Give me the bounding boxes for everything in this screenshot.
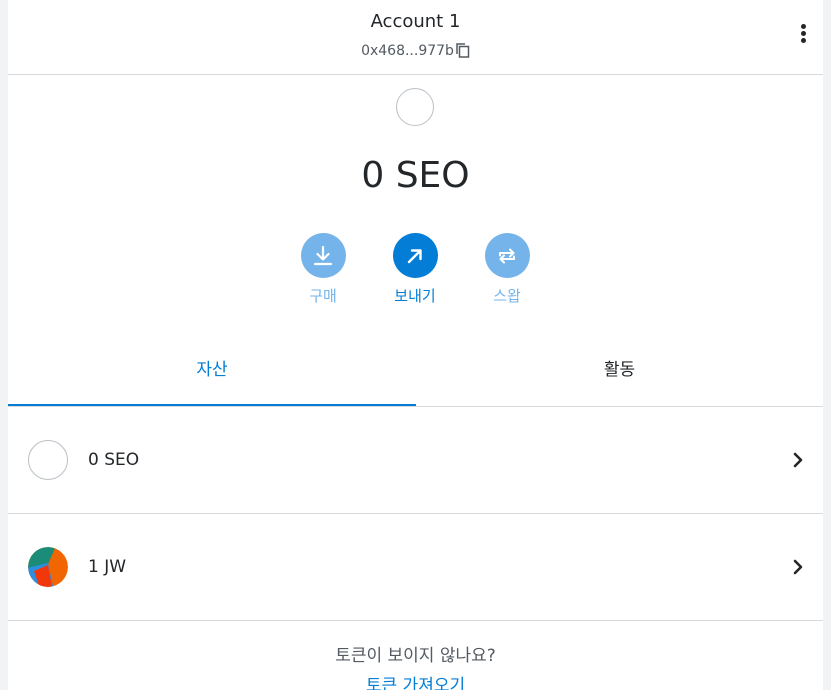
asset-label: 0 SEO [88,450,140,470]
asset-row-jw[interactable]: 1 JW [8,514,823,621]
send-label: 보내기 [394,287,436,305]
tab-assets[interactable]: 자산 [8,345,416,406]
native-token-avatar [396,88,434,126]
swap-label: 스왑 [493,287,521,305]
chevron-right-icon [793,452,803,468]
arrow-up-right-icon [392,233,438,278]
account-options-menu-icon[interactable] [797,24,809,46]
account-address-row[interactable]: 0x468...977b [8,42,823,63]
account-address: 0x468...977b [361,43,454,59]
send-button[interactable]: 보내기 [380,233,450,305]
jazzicon [28,547,68,587]
chevron-right-icon [793,559,803,575]
import-tokens-link[interactable]: 토큰 가져오기 [8,675,823,690]
wallet-actions: 구매 보내기 스왑 [8,233,823,313]
swap-button[interactable]: 스왑 [472,233,542,305]
wallet-panel: Account 1 0x468...977b 0 SEO 구매 보내기 스왑 자… [8,0,823,690]
native-balance: 0 SEO [361,155,470,196]
buy-button[interactable]: 구매 [288,233,358,305]
asset-label: 1 JW [88,557,127,577]
asset-row-seo[interactable]: 0 SEO [8,407,823,514]
copy-icon[interactable] [456,43,470,63]
account-header: Account 1 0x468...977b [8,0,823,75]
tab-activity[interactable]: 활동 [416,345,823,406]
missing-tokens-prompt: 토큰이 보이지 않나요? [335,646,496,666]
asset-activity-tabs: 자산 활동 [8,345,823,407]
download-icon [300,233,346,278]
buy-label: 구매 [309,287,337,305]
account-name[interactable]: Account 1 [8,11,823,33]
swap-icon [484,233,530,278]
empty-token-icon [28,440,68,480]
